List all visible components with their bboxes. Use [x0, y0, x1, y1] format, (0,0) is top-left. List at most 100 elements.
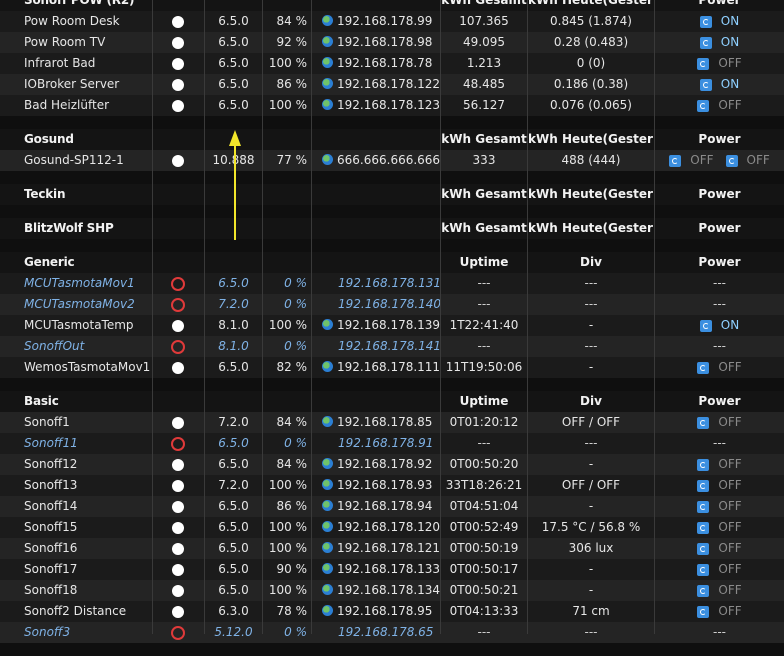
globe-icon[interactable] — [322, 542, 333, 553]
ip-address[interactable]: 192.168.178.93 — [337, 478, 432, 492]
column-header: Power — [698, 187, 741, 201]
power-cell: --- — [655, 273, 784, 294]
globe-icon[interactable] — [322, 521, 333, 532]
power-toggle[interactable]: OFF — [697, 53, 742, 74]
refresh-icon[interactable] — [697, 521, 710, 534]
device-name[interactable]: Sonoff18 — [24, 580, 152, 601]
power-toggle[interactable]: OFF — [697, 357, 742, 378]
device-name[interactable]: Sonoff3 — [24, 622, 152, 643]
refresh-icon[interactable] — [697, 57, 710, 70]
device-name[interactable]: MCUTasmotaMov1 — [24, 273, 152, 294]
power-toggle[interactable]: OFF — [697, 559, 742, 580]
device-name[interactable]: Sonoff2 Distance — [24, 601, 152, 622]
refresh-icon[interactable] — [699, 15, 712, 28]
online-status-icon — [172, 584, 184, 597]
refresh-icon[interactable] — [669, 154, 682, 167]
power-toggle[interactable]: OFF — [697, 95, 742, 116]
wifi-signal: 0 % — [284, 297, 307, 311]
refresh-icon[interactable] — [699, 78, 712, 91]
ip-address[interactable]: 192.168.178.133 — [337, 562, 440, 576]
ip-cell: 192.168.178.65 — [312, 622, 440, 643]
device-name[interactable]: Sonoff14 — [24, 496, 152, 517]
device-name[interactable]: IOBroker Server — [24, 74, 152, 95]
refresh-icon[interactable] — [697, 500, 710, 513]
refresh-icon[interactable] — [697, 458, 710, 471]
device-name[interactable]: MCUTasmotaMov2 — [24, 294, 152, 315]
globe-icon[interactable] — [322, 479, 333, 490]
refresh-icon[interactable] — [697, 584, 710, 597]
device-name[interactable]: Sonoff13 — [24, 475, 152, 496]
ip-address[interactable]: 192.168.178.111 — [337, 360, 440, 374]
globe-icon[interactable] — [322, 154, 333, 165]
ip-cell: 192.168.178.93 — [312, 475, 440, 496]
globe-icon[interactable] — [322, 458, 333, 469]
ip-address[interactable]: 192.168.178.95 — [337, 604, 432, 618]
refresh-icon[interactable] — [697, 99, 710, 112]
power-toggle[interactable]: OFF — [697, 412, 742, 433]
device-name[interactable]: Sonoff1 — [24, 412, 152, 433]
power-placeholder: --- — [713, 339, 726, 353]
refresh-icon[interactable] — [699, 319, 712, 332]
power-toggle[interactable]: OFF — [669, 150, 714, 171]
globe-icon[interactable] — [322, 584, 333, 595]
refresh-icon[interactable] — [697, 605, 710, 618]
table-row: Pow Room Desk 6.5.0 84 % 192.168.178.99 107.… — [0, 11, 784, 32]
device-name[interactable]: Sonoff16 — [24, 538, 152, 559]
device-name[interactable]: Sonoff17 — [24, 559, 152, 580]
power-toggle[interactable]: OFF — [697, 538, 742, 559]
ip-address[interactable]: 192.168.178.134 — [337, 583, 440, 597]
globe-icon[interactable] — [322, 605, 333, 616]
ip-address[interactable]: 192.168.178.121 — [337, 541, 440, 555]
globe-icon[interactable] — [322, 319, 333, 330]
refresh-icon[interactable] — [697, 479, 710, 492]
power-toggle[interactable]: ON — [699, 32, 739, 53]
ip-address[interactable]: 192.168.178.78 — [337, 56, 432, 70]
device-name[interactable]: Sonoff11 — [24, 433, 152, 454]
power-toggle[interactable]: OFF — [697, 517, 742, 538]
power-toggle[interactable]: ON — [699, 74, 739, 95]
ip-address[interactable]: 192.168.178.122 — [337, 77, 440, 91]
device-name[interactable]: Gosund-SP112-1 — [24, 150, 152, 171]
refresh-icon[interactable] — [725, 154, 738, 167]
device-name[interactable]: WemosTasmotaMov1 — [24, 357, 152, 378]
globe-icon[interactable] — [322, 563, 333, 574]
ip-address[interactable]: 192.168.178.92 — [337, 457, 432, 471]
power-toggle[interactable]: OFF — [725, 150, 770, 171]
ip-address[interactable]: 192.168.178.98 — [337, 35, 432, 49]
globe-icon[interactable] — [322, 15, 333, 26]
power-toggle[interactable]: ON — [699, 315, 739, 336]
ip-address[interactable]: 192.168.178.139 — [337, 318, 440, 332]
refresh-icon[interactable] — [697, 416, 710, 429]
device-name[interactable]: Infrarot Bad — [24, 53, 152, 74]
ip-address[interactable]: 192.168.178.120 — [337, 520, 440, 534]
globe-icon[interactable] — [322, 361, 333, 372]
refresh-icon[interactable] — [697, 542, 710, 555]
refresh-icon[interactable] — [699, 36, 712, 49]
power-toggle[interactable]: OFF — [697, 454, 742, 475]
globe-icon[interactable] — [322, 416, 333, 427]
globe-icon[interactable] — [322, 57, 333, 68]
device-name[interactable]: MCUTasmotaTemp — [24, 315, 152, 336]
power-toggle[interactable]: ON — [699, 11, 739, 32]
device-name[interactable]: Bad Heizlüfter — [24, 95, 152, 116]
power-toggle[interactable]: OFF — [697, 475, 742, 496]
refresh-icon[interactable] — [697, 361, 710, 374]
globe-icon[interactable] — [322, 99, 333, 110]
globe-icon[interactable] — [322, 78, 333, 89]
device-name[interactable]: Sonoff12 — [24, 454, 152, 475]
power-toggle[interactable]: OFF — [697, 601, 742, 622]
device-name[interactable]: SonoffOut — [24, 336, 152, 357]
ip-address[interactable]: 192.168.178.99 — [337, 14, 432, 28]
ip-address[interactable]: 192.168.178.85 — [337, 415, 432, 429]
device-name[interactable]: Pow Room Desk — [24, 11, 152, 32]
ip-address[interactable]: 192.168.178.123 — [337, 98, 440, 112]
ip-address[interactable]: 666.666.666.666 — [337, 153, 440, 167]
ip-address[interactable]: 192.168.178.94 — [337, 499, 432, 513]
power-toggle[interactable]: OFF — [697, 580, 742, 601]
refresh-icon[interactable] — [697, 563, 710, 576]
power-toggle[interactable]: OFF — [697, 496, 742, 517]
globe-icon[interactable] — [322, 500, 333, 511]
device-name[interactable]: Pow Room TV — [24, 32, 152, 53]
device-name[interactable]: Sonoff15 — [24, 517, 152, 538]
globe-icon[interactable] — [322, 36, 333, 47]
